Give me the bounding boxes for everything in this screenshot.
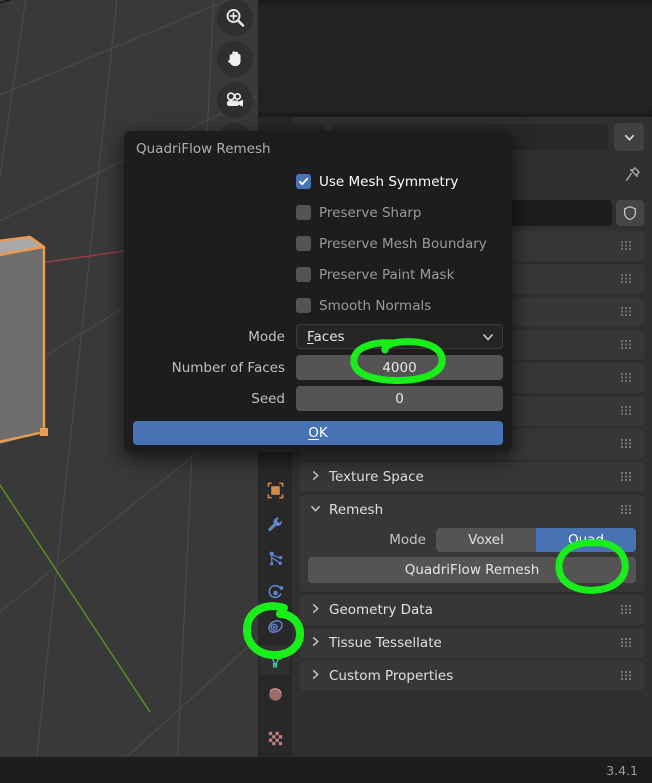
remesh-mode-row: Mode Voxel Quad [308, 527, 636, 553]
checkbox-label: Preserve Paint Mask [319, 266, 455, 283]
checkbox-label: Smooth Normals [319, 297, 432, 314]
checkbox-label: Preserve Mesh Boundary [319, 235, 487, 252]
fake-user-button[interactable] [616, 200, 644, 226]
texture-icon [268, 731, 282, 745]
chevron-down-icon [482, 331, 494, 347]
dialog-mode-row: Mode Faces [124, 321, 512, 352]
panel-tissue-tessellate[interactable]: Tissue Tessellate [300, 628, 644, 658]
material-icon [268, 687, 282, 701]
seed-input[interactable]: 0 [296, 386, 503, 411]
grip-icon [621, 404, 634, 419]
chevron-right-icon [310, 603, 321, 618]
checkbox-preserve-paint-mask[interactable] [296, 267, 311, 282]
dialog-mode-label: Mode [248, 328, 285, 345]
wrench-icon [267, 517, 282, 532]
panel-title: Remesh [329, 502, 384, 518]
upper-editor-area [258, 5, 652, 113]
object-icon [267, 482, 283, 499]
checkbox-smooth-normals[interactable] [296, 298, 311, 313]
zoom-gizmo[interactable] [217, 0, 253, 36]
tab-material[interactable] [260, 679, 290, 709]
checkbox-row-preserve-mesh-boundary: Preserve Mesh Boundary [124, 228, 512, 259]
remesh-mode-label: Mode [389, 532, 426, 548]
blender-window: Normals Texture Space [0, 0, 652, 783]
tab-object[interactable] [260, 476, 290, 506]
grip-icon [621, 603, 634, 618]
dialog-title: QuadriFlow Remesh [136, 141, 271, 157]
chevron-down-icon [624, 134, 634, 141]
checkbox-row-preserve-sharp: Preserve Sharp [124, 197, 512, 228]
status-bar: 3.4.1 [0, 757, 652, 783]
grip-icon [621, 239, 634, 254]
ok-button[interactable]: OK [133, 421, 503, 445]
remesh-mode-toggle[interactable]: Voxel Quad [436, 528, 636, 552]
particles-icon [269, 551, 282, 566]
blender-version: 3.4.1 [606, 762, 638, 778]
panel-title: Tissue Tessellate [329, 635, 442, 651]
chevron-right-icon [310, 470, 321, 485]
checkbox-row-preserve-paint-mask: Preserve Paint Mask [124, 259, 512, 290]
zoom-in-icon [226, 9, 245, 27]
panel-custom-properties[interactable]: Custom Properties [300, 661, 644, 691]
checkbox-preserve-sharp[interactable] [296, 205, 311, 220]
checkbox-preserve-mesh-boundary[interactable] [296, 236, 311, 251]
grip-icon [621, 437, 634, 452]
number-of-faces-label: Number of Faces [171, 359, 285, 376]
grip-icon [621, 636, 634, 651]
tab-particles[interactable] [260, 544, 290, 574]
dialog-seed-row: Seed 0 [124, 383, 512, 414]
checkbox-label: Preserve Sharp [319, 204, 422, 221]
grip-icon [621, 503, 634, 518]
pin-icon [625, 166, 640, 181]
panel-title: Custom Properties [329, 668, 454, 684]
panel-title: Geometry Data [329, 602, 433, 618]
grip-icon [621, 669, 634, 684]
tab-physics[interactable] [260, 578, 290, 608]
grip-icon [621, 371, 634, 386]
grip-icon [621, 272, 634, 287]
tab-object-data[interactable] [260, 645, 290, 676]
mesh-data-icon [268, 653, 281, 668]
pin-button[interactable] [623, 165, 642, 188]
checkbox-row-smooth-normals: Smooth Normals [124, 290, 512, 321]
shield-icon [624, 206, 636, 221]
grip-icon [621, 470, 634, 485]
grip-icon [621, 305, 634, 320]
grip-icon [621, 338, 634, 353]
physics-icon [268, 584, 283, 599]
tab-modifiers[interactable] [260, 510, 290, 540]
panel-remesh[interactable]: Remesh Mode Voxel Quad QuadriFlow Remesh [300, 495, 644, 592]
remesh-mode-voxel[interactable]: Voxel [436, 528, 536, 552]
seed-label: Seed [251, 390, 285, 407]
checkbox-row-use-mesh-symmetry: Use Mesh Symmetry [124, 166, 512, 197]
checkbox-label: Use Mesh Symmetry [319, 173, 459, 190]
quadriflow-remesh-dialog: QuadriFlow Remesh Use Mesh Symmetry Pres… [124, 131, 512, 452]
properties-options-button[interactable] [614, 123, 644, 151]
editor-top-gap [258, 0, 652, 117]
panel-title: Texture Space [329, 469, 424, 485]
camera-view-gizmo[interactable] [217, 82, 253, 118]
dialog-number-of-faces-row: Number of Faces 4000 [124, 352, 512, 383]
ok-label-rest: K [318, 425, 328, 441]
tab-texture[interactable] [260, 723, 290, 753]
camera-icon [226, 92, 243, 107]
dialog-mode-dropdown[interactable]: Faces [296, 324, 503, 349]
number-of-faces-input[interactable]: 4000 [296, 355, 503, 380]
panel-geometry-data[interactable]: Geometry Data [300, 595, 644, 625]
chevron-right-icon [310, 636, 321, 651]
tab-object-constraints[interactable] [260, 611, 290, 641]
checkbox-use-mesh-symmetry[interactable] [296, 174, 311, 189]
ok-accel: O [308, 425, 319, 441]
constraint-icon [267, 619, 283, 633]
chevron-right-icon [310, 669, 321, 684]
pan-gizmo[interactable] [217, 41, 253, 77]
remesh-mode-quad[interactable]: Quad [536, 528, 636, 552]
quadriflow-remesh-button[interactable]: QuadriFlow Remesh [308, 557, 636, 583]
dialog-mode-value-rest: aces [313, 328, 345, 345]
chevron-down-icon [310, 503, 321, 518]
check-icon [298, 177, 309, 186]
panel-texture-space[interactable]: Texture Space [300, 462, 644, 492]
hand-icon [228, 51, 241, 67]
